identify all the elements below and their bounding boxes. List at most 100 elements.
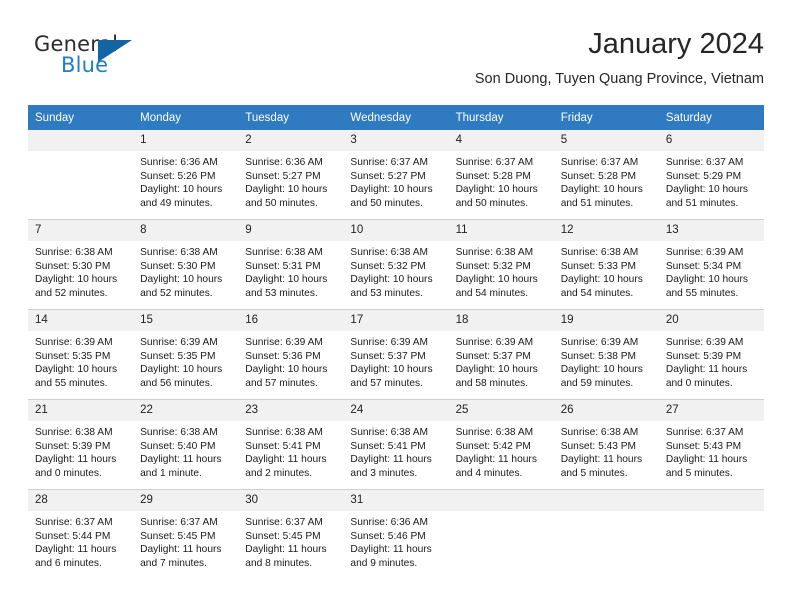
- day-number: [448, 490, 554, 511]
- sunrise-text: Sunrise: 6:39 AM: [140, 337, 218, 348]
- daylight-text-line1: Daylight: 11 hours: [560, 454, 643, 466]
- calendar-cell[interactable]: 2 Sunrise: 6:36 AM Sunset: 5:27 PM Daylight…: [238, 130, 344, 220]
- calendar-body: 1 Sunrise: 6:36 AM Sunset: 5:26 PM Daylight…: [28, 130, 764, 579]
- calendar-cell[interactable]: 15 Sunrise: 6:39 AM Sunset: 5:35 PM Dayligh…: [133, 309, 239, 400]
- sunset-text: Sunset: 5:29 PM: [665, 170, 742, 182]
- daylight-text-line2: and 55 minutes.: [665, 287, 739, 299]
- calendar-cell[interactable]: 3 Sunrise: 6:37 AM Sunset: 5:27 PM Daylight…: [343, 130, 449, 220]
- calendar-cell[interactable]: 31 Sunrise: 6:36 AM Sunset: 5:46 PM Dayligh…: [343, 489, 449, 579]
- general-blue-logo[interactable]: General Blue: [34, 32, 154, 80]
- sunrise-text: Sunrise: 6:38 AM: [245, 427, 323, 438]
- sunset-text: Sunset: 5:38 PM: [560, 350, 637, 362]
- sunrise-text: Sunrise: 6:38 AM: [560, 427, 639, 438]
- calendar-week-row: 28 Sunrise: 6:37 AM Sunset: 5:44 PM Dayligh…: [28, 489, 764, 579]
- sunrise-text: Sunrise: 6:38 AM: [35, 247, 113, 258]
- sunset-text: Sunset: 5:42 PM: [455, 440, 531, 452]
- sunrise-text: Sunrise: 6:37 AM: [245, 517, 323, 528]
- sunrise-text: Sunrise: 6:39 AM: [665, 337, 744, 348]
- masthead: General Blue January 2024 Son Duong, Tuy…: [28, 26, 764, 96]
- sunrise-text: Sunrise: 6:39 AM: [245, 337, 323, 348]
- calendar-cell[interactable]: 7 Sunrise: 6:38 AM Sunset: 5:30 PM Daylight…: [28, 219, 134, 310]
- sunrise-text: Sunrise: 6:38 AM: [560, 247, 639, 258]
- calendar-cell[interactable]: 8 Sunrise: 6:38 AM Sunset: 5:30 PM Daylight…: [133, 219, 239, 310]
- daylight-text-line2: and 9 minutes.: [350, 557, 418, 569]
- calendar-cell[interactable]: 18 Sunrise: 6:39 AM Sunset: 5:37 PM Dayligh…: [448, 309, 554, 400]
- calendar-cell[interactable]: 14 Sunrise: 6:39 AM Sunset: 5:35 PM Dayligh…: [28, 309, 134, 400]
- day-details: Sunrise: 6:37 AM Sunset: 5:45 PM Daylight:…: [238, 511, 343, 570]
- sunrise-text: Sunrise: 6:36 AM: [140, 157, 218, 168]
- calendar-cell[interactable]: 23 Sunrise: 6:38 AM Sunset: 5:41 PM Dayligh…: [238, 399, 344, 490]
- day-number: 19: [553, 310, 659, 331]
- day-number: 31: [343, 490, 449, 511]
- daylight-text-line2: and 57 minutes.: [245, 377, 318, 389]
- day-number: 6: [658, 130, 764, 151]
- daylight-text-line2: and 53 minutes.: [245, 287, 318, 299]
- calendar-cell[interactable]: 26 Sunrise: 6:38 AM Sunset: 5:43 PM Dayligh…: [553, 399, 659, 490]
- calendar-cell[interactable]: 19 Sunrise: 6:39 AM Sunset: 5:38 PM Dayligh…: [553, 309, 659, 400]
- calendar-cell[interactable]: 28 Sunrise: 6:37 AM Sunset: 5:44 PM Dayligh…: [28, 489, 134, 579]
- calendar-cell-empty: [553, 489, 659, 579]
- calendar-cell[interactable]: 21 Sunrise: 6:38 AM Sunset: 5:39 PM Dayligh…: [28, 399, 134, 490]
- day-details: Sunrise: 6:38 AM Sunset: 5:32 PM Daylight:…: [449, 241, 554, 300]
- sunrise-text: Sunrise: 6:38 AM: [350, 247, 429, 258]
- daylight-text-line1: Daylight: 10 hours: [665, 274, 748, 286]
- sunset-text: Sunset: 5:41 PM: [245, 440, 321, 452]
- daylight-text-line2: and 50 minutes.: [350, 197, 423, 209]
- daylight-text-line2: and 59 minutes.: [560, 377, 634, 389]
- day-details: Sunrise: 6:37 AM Sunset: 5:27 PM Daylight:…: [343, 151, 448, 210]
- sunset-text: Sunset: 5:32 PM: [455, 260, 531, 272]
- calendar-cell[interactable]: 27 Sunrise: 6:37 AM Sunset: 5:43 PM Dayligh…: [658, 399, 764, 490]
- calendar-cell[interactable]: 16 Sunrise: 6:39 AM Sunset: 5:36 PM Dayligh…: [238, 309, 344, 400]
- calendar-cell[interactable]: 24 Sunrise: 6:38 AM Sunset: 5:41 PM Dayligh…: [343, 399, 449, 490]
- calendar-cell[interactable]: 25 Sunrise: 6:38 AM Sunset: 5:42 PM Dayligh…: [448, 399, 554, 490]
- calendar-cell[interactable]: 1 Sunrise: 6:36 AM Sunset: 5:26 PM Daylight…: [133, 130, 239, 220]
- day-number: 24: [343, 400, 449, 421]
- calendar-cell[interactable]: 9 Sunrise: 6:38 AM Sunset: 5:31 PM Daylight…: [238, 219, 344, 310]
- sunset-text: Sunset: 5:45 PM: [245, 530, 321, 542]
- calendar-cell[interactable]: 30 Sunrise: 6:37 AM Sunset: 5:45 PM Dayligh…: [238, 489, 344, 579]
- weekday-header-saturday: Saturday: [658, 105, 764, 130]
- calendar-cell[interactable]: 10 Sunrise: 6:38 AM Sunset: 5:32 PM Dayligh…: [343, 219, 449, 310]
- sunrise-text: Sunrise: 6:39 AM: [665, 247, 744, 258]
- calendar-cell[interactable]: 6 Sunrise: 6:37 AM Sunset: 5:29 PM Daylight…: [658, 130, 764, 220]
- sunset-text: Sunset: 5:36 PM: [245, 350, 321, 362]
- daylight-text-line2: and 58 minutes.: [455, 377, 529, 389]
- daylight-text-line1: Daylight: 10 hours: [350, 184, 433, 196]
- calendar-cell[interactable]: 13 Sunrise: 6:39 AM Sunset: 5:34 PM Dayligh…: [658, 219, 764, 310]
- calendar-cell[interactable]: 17 Sunrise: 6:39 AM Sunset: 5:37 PM Dayligh…: [343, 309, 449, 400]
- sunrise-text: Sunrise: 6:36 AM: [350, 517, 429, 528]
- daylight-text-line1: Daylight: 10 hours: [35, 274, 118, 286]
- daylight-text-line1: Daylight: 10 hours: [140, 184, 223, 196]
- calendar-cell[interactable]: 22 Sunrise: 6:38 AM Sunset: 5:40 PM Dayligh…: [133, 399, 239, 490]
- sunrise-text: Sunrise: 6:38 AM: [455, 427, 534, 438]
- day-number: 5: [553, 130, 659, 151]
- calendar-cell[interactable]: 20 Sunrise: 6:39 AM Sunset: 5:39 PM Dayligh…: [658, 309, 764, 400]
- day-number: 21: [28, 400, 134, 421]
- day-details: Sunrise: 6:36 AM Sunset: 5:46 PM Daylight:…: [343, 511, 448, 570]
- calendar-cell[interactable]: 5 Sunrise: 6:37 AM Sunset: 5:28 PM Daylight…: [553, 130, 659, 220]
- sunrise-text: Sunrise: 6:38 AM: [350, 427, 429, 438]
- calendar-cell-empty: [658, 489, 764, 579]
- day-details: Sunrise: 6:37 AM Sunset: 5:45 PM Daylight:…: [133, 511, 238, 570]
- calendar-cell[interactable]: 29 Sunrise: 6:37 AM Sunset: 5:45 PM Dayligh…: [133, 489, 239, 579]
- day-number: 11: [448, 220, 554, 241]
- calendar-cell[interactable]: 11 Sunrise: 6:38 AM Sunset: 5:32 PM Dayligh…: [448, 219, 554, 310]
- calendar-cell[interactable]: 12 Sunrise: 6:38 AM Sunset: 5:33 PM Dayligh…: [553, 219, 659, 310]
- calendar-cell-empty: [448, 489, 554, 579]
- daylight-text-line2: and 1 minute.: [140, 467, 202, 479]
- day-details: Sunrise: 6:38 AM Sunset: 5:42 PM Daylight:…: [449, 421, 554, 480]
- weekday-header-sunday: Sunday: [28, 105, 134, 130]
- day-details: Sunrise: 6:36 AM Sunset: 5:27 PM Daylight:…: [238, 151, 343, 210]
- daylight-text-line1: Daylight: 11 hours: [35, 454, 117, 466]
- day-details: Sunrise: 6:39 AM Sunset: 5:38 PM Daylight:…: [554, 331, 659, 390]
- sunset-text: Sunset: 5:33 PM: [560, 260, 637, 272]
- daylight-text-line1: Daylight: 10 hours: [455, 364, 538, 376]
- daylight-text-line1: Daylight: 10 hours: [560, 364, 643, 376]
- day-details: Sunrise: 6:38 AM Sunset: 5:31 PM Daylight:…: [238, 241, 343, 300]
- calendar-cell[interactable]: 4 Sunrise: 6:37 AM Sunset: 5:28 PM Daylight…: [448, 130, 554, 220]
- daylight-text-line2: and 57 minutes.: [350, 377, 423, 389]
- daylight-text-line2: and 50 minutes.: [455, 197, 529, 209]
- daylight-text-line2: and 3 minutes.: [350, 467, 418, 479]
- weekday-header-friday: Friday: [553, 105, 659, 130]
- day-details: Sunrise: 6:38 AM Sunset: 5:33 PM Daylight:…: [554, 241, 659, 300]
